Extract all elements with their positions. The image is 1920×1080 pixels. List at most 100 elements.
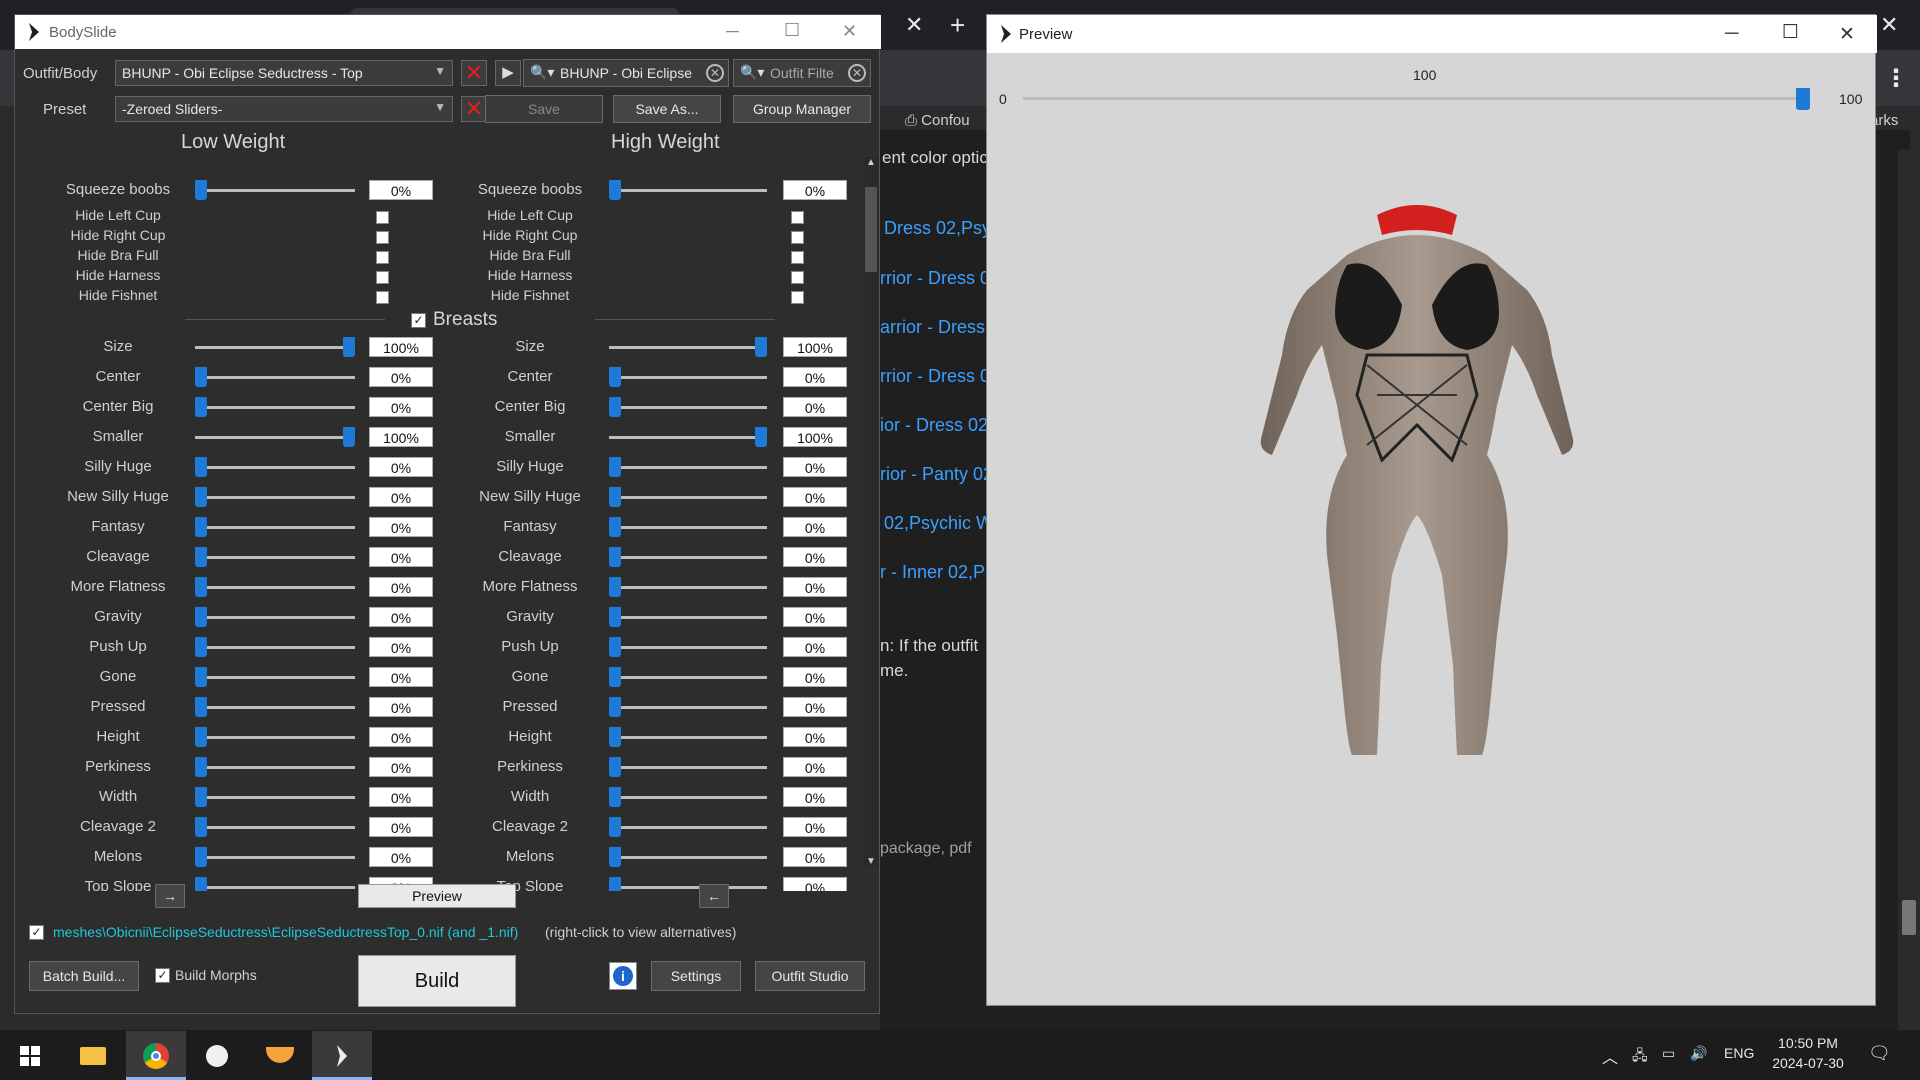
low-weight-value[interactable]: 0% <box>369 577 433 597</box>
high-weight-value[interactable]: 0% <box>783 367 847 387</box>
low-weight-value[interactable]: 0% <box>369 457 433 477</box>
low-weight-slider-track[interactable] <box>195 616 355 619</box>
low-weight-checkbox[interactable] <box>376 211 389 224</box>
high-weight-slider-thumb[interactable] <box>609 457 621 477</box>
preset-select[interactable]: -Zeroed Sliders- ▼ <box>115 96 453 122</box>
low-weight-slider-track[interactable] <box>195 586 355 589</box>
high-weight-value[interactable]: 0% <box>783 817 847 837</box>
app2-taskbar-button[interactable] <box>250 1031 310 1080</box>
page-link[interactable]: Dress 02,Psyc <box>884 218 1000 239</box>
app-taskbar-button[interactable] <box>188 1031 248 1080</box>
close-tab-icon[interactable]: ✕ <box>905 12 923 38</box>
high-weight-slider-thumb[interactable] <box>609 517 621 537</box>
outfit-select[interactable]: BHUNP - Obi Eclipse Seductress - Top ▼ <box>115 60 453 86</box>
low-weight-slider-thumb[interactable] <box>195 787 207 807</box>
high-weight-value[interactable]: 0% <box>783 607 847 627</box>
high-weight-slider-thumb[interactable] <box>609 577 621 597</box>
high-weight-value[interactable]: 0% <box>783 637 847 657</box>
outfit-filter-input[interactable]: 🔍▾ Outfit Filte ✕ <box>733 59 871 87</box>
page-link[interactable]: rior - Panty 02 <box>880 464 993 485</box>
high-weight-checkbox[interactable] <box>791 271 804 284</box>
low-weight-slider-thumb[interactable] <box>195 180 207 200</box>
low-weight-slider-track[interactable] <box>195 466 355 469</box>
low-weight-slider-thumb[interactable] <box>195 367 207 387</box>
high-weight-slider-track[interactable] <box>609 466 767 469</box>
low-weight-value[interactable]: 0% <box>369 697 433 717</box>
high-weight-value[interactable]: 0% <box>783 487 847 507</box>
low-weight-value[interactable]: 100% <box>369 427 433 447</box>
display-icon[interactable]: ▭ <box>1662 1045 1675 1062</box>
preview-button[interactable]: Preview <box>358 884 516 908</box>
scroll-up-icon[interactable]: ▲ <box>866 157 876 168</box>
low-weight-value[interactable]: 0% <box>369 817 433 837</box>
low-weight-value[interactable]: 0% <box>369 727 433 747</box>
low-weight-slider-track[interactable] <box>195 189 355 192</box>
low-weight-value[interactable]: 0% <box>369 367 433 387</box>
page-link[interactable]: r - Inner 02,Ps <box>880 562 994 583</box>
outfit-studio-icon-button[interactable]: ▶ <box>495 60 521 86</box>
high-weight-slider-track[interactable] <box>609 556 767 559</box>
low-weight-slider-track[interactable] <box>195 886 355 889</box>
copy-left-button[interactable]: ← <box>699 884 729 908</box>
high-weight-slider-track[interactable] <box>609 436 767 439</box>
delete-outfit-button[interactable]: ✕ <box>461 60 487 86</box>
settings-button[interactable]: Settings <box>651 961 741 991</box>
low-weight-checkbox[interactable] <box>376 271 389 284</box>
page-link[interactable]: rrior - Dress 0 <box>880 268 990 289</box>
new-tab-icon[interactable]: + <box>950 10 965 41</box>
bodyslide-taskbar-button[interactable] <box>312 1031 372 1080</box>
minimize-icon[interactable]: ─ <box>1725 23 1738 45</box>
high-weight-value[interactable]: 0% <box>783 787 847 807</box>
low-weight-checkbox[interactable] <box>376 291 389 304</box>
page-link[interactable]: rrior - Dress 0 <box>880 366 990 387</box>
high-weight-slider-thumb[interactable] <box>609 637 621 657</box>
low-weight-slider-thumb[interactable] <box>195 757 207 777</box>
volume-icon[interactable]: 🔊 <box>1690 1045 1707 1062</box>
low-weight-value[interactable]: 0% <box>369 487 433 507</box>
high-weight-slider-track[interactable] <box>609 676 767 679</box>
high-weight-value[interactable]: 0% <box>783 667 847 687</box>
high-weight-slider-thumb[interactable] <box>609 397 621 417</box>
browser-scrollbar-thumb[interactable] <box>1902 900 1916 935</box>
low-weight-value[interactable]: 0% <box>369 667 433 687</box>
high-weight-slider-track[interactable] <box>609 616 767 619</box>
high-weight-value[interactable]: 0% <box>783 547 847 567</box>
high-weight-slider-thumb[interactable] <box>609 487 621 507</box>
category-checkbox[interactable]: ✓ <box>411 313 426 328</box>
page-link[interactable]: arrior - Dress <box>880 317 985 338</box>
file-explorer-taskbar-button[interactable] <box>62 1031 122 1080</box>
low-weight-slider-thumb[interactable] <box>195 547 207 567</box>
low-weight-slider-thumb[interactable] <box>195 637 207 657</box>
high-weight-checkbox[interactable] <box>791 251 804 264</box>
delete-preset-button[interactable]: ✕ <box>461 96 487 122</box>
low-weight-slider-thumb[interactable] <box>195 667 207 687</box>
high-weight-slider-thumb[interactable] <box>609 787 621 807</box>
low-weight-slider-thumb[interactable] <box>195 457 207 477</box>
kebab-menu-icon[interactable]: ⋮ <box>1884 64 1908 93</box>
high-weight-value[interactable]: 0% <box>783 517 847 537</box>
high-weight-slider-track[interactable] <box>609 189 767 192</box>
low-weight-value[interactable]: 0% <box>369 847 433 867</box>
high-weight-slider-track[interactable] <box>609 796 767 799</box>
low-weight-slider-track[interactable] <box>195 796 355 799</box>
low-weight-value[interactable]: 0% <box>369 787 433 807</box>
low-weight-slider-track[interactable] <box>195 346 355 349</box>
high-weight-slider-track[interactable] <box>609 766 767 769</box>
high-weight-checkbox[interactable] <box>791 211 804 224</box>
high-weight-checkbox[interactable] <box>791 231 804 244</box>
maximize-icon[interactable]: ☐ <box>784 20 800 41</box>
low-weight-slider-thumb[interactable] <box>343 337 355 357</box>
low-weight-slider-track[interactable] <box>195 706 355 709</box>
mesh-output-checkbox[interactable]: ✓ <box>29 925 44 940</box>
high-weight-value[interactable]: 0% <box>783 847 847 867</box>
high-weight-slider-thumb[interactable] <box>609 817 621 837</box>
language-indicator[interactable]: ENG <box>1724 1045 1754 1061</box>
low-weight-slider-track[interactable] <box>195 376 355 379</box>
high-weight-checkbox[interactable] <box>791 291 804 304</box>
notification-icon[interactable]: 🗨 <box>1868 1043 1891 1064</box>
group-manager-button[interactable]: Group Manager <box>733 95 871 123</box>
low-weight-value[interactable]: 100% <box>369 337 433 357</box>
low-weight-slider-thumb[interactable] <box>195 577 207 597</box>
high-weight-slider-thumb[interactable] <box>609 547 621 567</box>
close-icon[interactable]: ✕ <box>1839 23 1855 46</box>
